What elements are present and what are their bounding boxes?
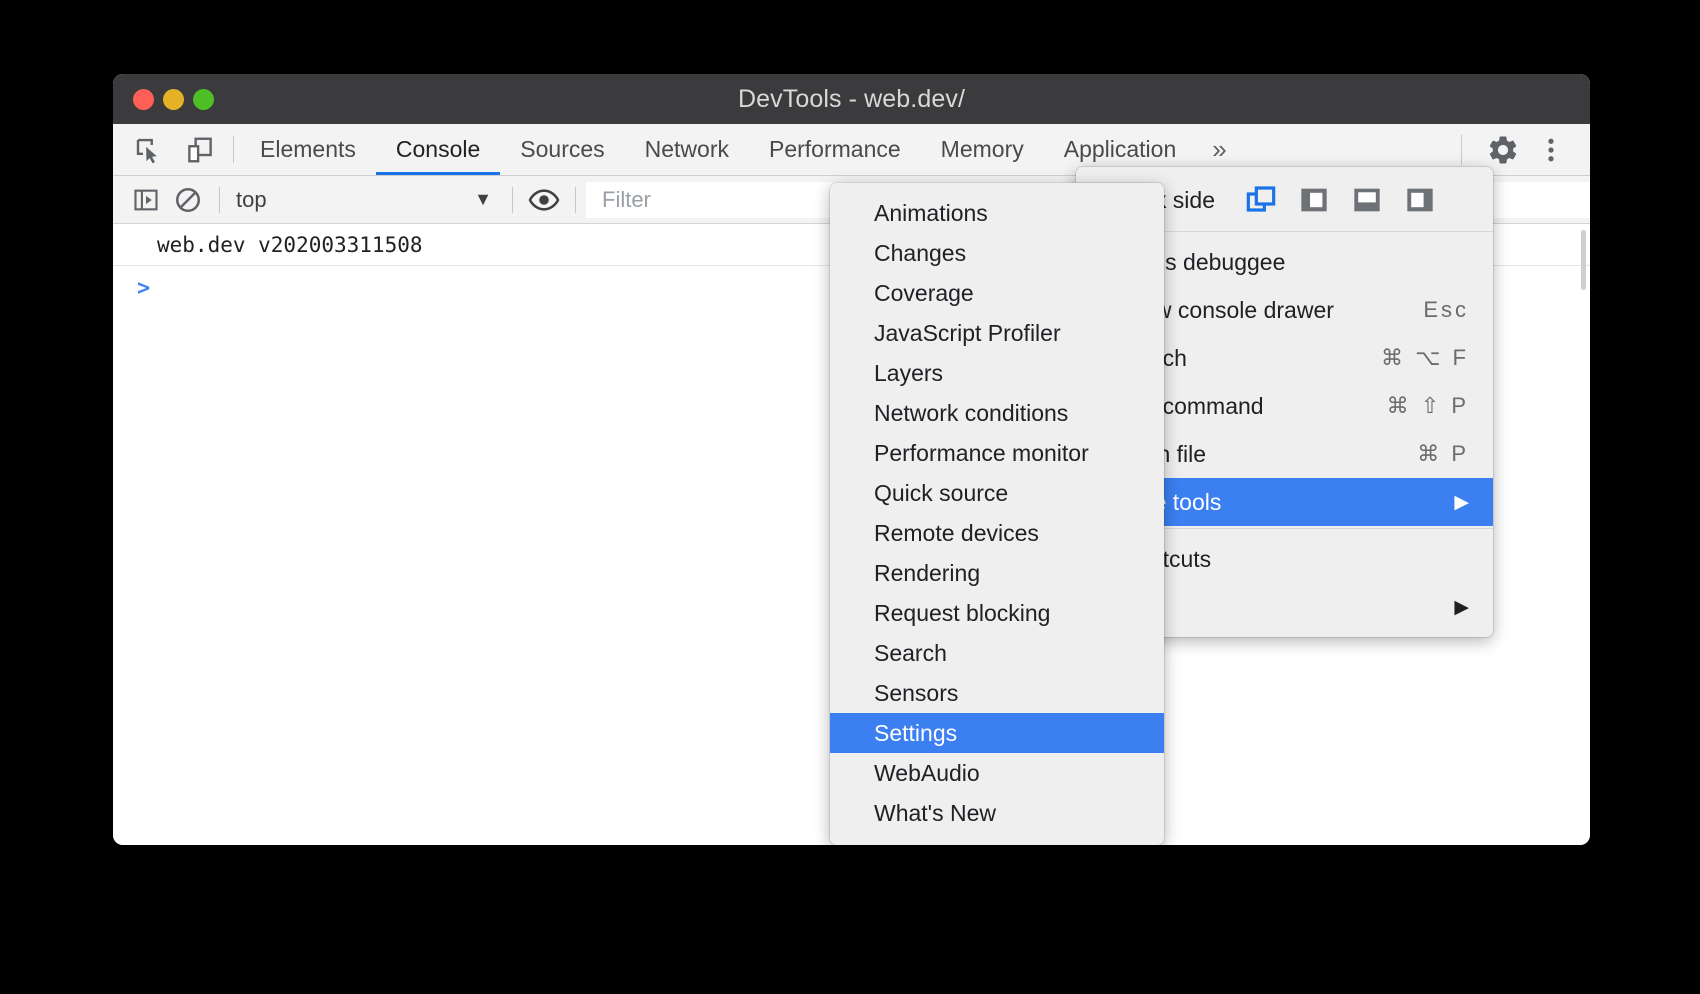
menu-item-shortcut: ⌘ P bbox=[1417, 441, 1469, 467]
minimize-window-button[interactable] bbox=[163, 89, 184, 110]
tab-elements[interactable]: Elements bbox=[240, 124, 376, 175]
submenu-arrow-icon: ▶ bbox=[1454, 493, 1469, 512]
tab-bar-left-icons bbox=[113, 124, 233, 175]
undock-into-separate-window-button[interactable] bbox=[1243, 182, 1279, 218]
submenu-item-network-conditions[interactable]: Network conditions bbox=[830, 393, 1164, 433]
submenu-item-webaudio[interactable]: WebAudio bbox=[830, 753, 1164, 793]
gear-icon[interactable] bbox=[1482, 129, 1524, 171]
console-scrollbar[interactable] bbox=[1581, 230, 1586, 290]
submenu-item-coverage[interactable]: Coverage bbox=[830, 273, 1164, 313]
window-title-bar: DevTools - web.dev/ bbox=[113, 74, 1590, 124]
maximize-window-button[interactable] bbox=[193, 89, 214, 110]
submenu-item-settings[interactable]: Settings bbox=[830, 713, 1164, 753]
kebab-menu-icon[interactable] bbox=[1530, 129, 1572, 171]
tab-console[interactable]: Console bbox=[376, 124, 500, 175]
submenu-item-quick-source[interactable]: Quick source bbox=[830, 473, 1164, 513]
window-title: DevTools - web.dev/ bbox=[113, 85, 1590, 114]
tab-memory[interactable]: Memory bbox=[921, 124, 1044, 175]
execution-context-selector[interactable]: top ▼ bbox=[230, 183, 502, 217]
submenu-item-changes[interactable]: Changes bbox=[830, 233, 1164, 273]
chevron-down-icon: ▼ bbox=[474, 189, 492, 210]
submenu-item-sensors[interactable]: Sensors bbox=[830, 673, 1164, 713]
submenu-item-what-s-new[interactable]: What's New bbox=[830, 793, 1164, 833]
console-toolbar-divider-2 bbox=[512, 187, 513, 213]
tab-sources[interactable]: Sources bbox=[500, 124, 624, 175]
close-window-button[interactable] bbox=[133, 89, 154, 110]
menu-item-label: Focus debuggee bbox=[1114, 249, 1469, 276]
menu-item-shortcut: Esc bbox=[1423, 297, 1469, 323]
show-console-sidebar-icon[interactable] bbox=[125, 179, 167, 221]
clear-console-icon[interactable] bbox=[167, 179, 209, 221]
screenshot-stage: DevTools - web.dev/ bbox=[0, 0, 1700, 994]
dock-to-bottom-button[interactable] bbox=[1349, 182, 1385, 218]
prompt-chevron-icon: > bbox=[137, 276, 150, 301]
eye-icon[interactable] bbox=[523, 179, 565, 221]
submenu-item-rendering[interactable]: Rendering bbox=[830, 553, 1164, 593]
submenu-item-layers[interactable]: Layers bbox=[830, 353, 1164, 393]
inspect-element-icon[interactable] bbox=[130, 132, 166, 168]
dock-to-left-button[interactable] bbox=[1296, 182, 1332, 218]
submenu-item-performance-monitor[interactable]: Performance monitor bbox=[830, 433, 1164, 473]
dock-side-options bbox=[1243, 182, 1438, 218]
submenu-item-animations[interactable]: Animations bbox=[830, 193, 1164, 233]
tab-bar-right-divider bbox=[1461, 135, 1462, 165]
traffic-light-group bbox=[133, 74, 214, 124]
console-toolbar-divider-1 bbox=[219, 187, 220, 213]
device-toolbar-icon[interactable] bbox=[182, 132, 218, 168]
menu-item-shortcut: ⌘ ⌥ F bbox=[1381, 345, 1469, 371]
submenu-item-remote-devices[interactable]: Remote devices bbox=[830, 513, 1164, 553]
dock-to-right-button[interactable] bbox=[1402, 182, 1438, 218]
console-toolbar-divider-3 bbox=[575, 187, 576, 213]
submenu-item-javascript-profiler[interactable]: JavaScript Profiler bbox=[830, 313, 1164, 353]
submenu-arrow-icon: ▶ bbox=[1454, 598, 1469, 617]
submenu-item-request-blocking[interactable]: Request blocking bbox=[830, 593, 1164, 633]
menu-item-label: Shortcuts bbox=[1114, 546, 1469, 573]
tab-performance[interactable]: Performance bbox=[749, 124, 921, 175]
tab-network[interactable]: Network bbox=[625, 124, 749, 175]
menu-item-shortcut: ⌘ ⇧ P bbox=[1387, 393, 1469, 419]
more-tools-submenu: AnimationsChangesCoverageJavaScript Prof… bbox=[830, 183, 1164, 845]
execution-context-label: top bbox=[236, 187, 474, 213]
submenu-item-search[interactable]: Search bbox=[830, 633, 1164, 673]
